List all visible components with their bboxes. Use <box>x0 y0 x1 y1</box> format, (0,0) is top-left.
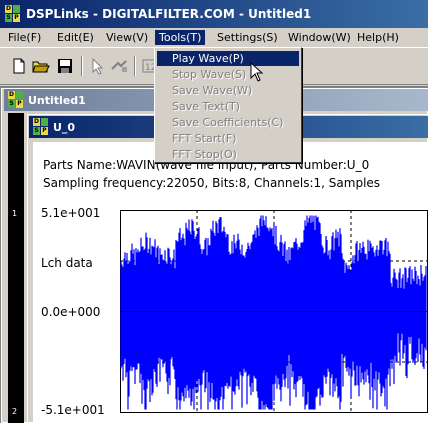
info-line-2: Sampling frequency:22050, Bits:8, Channe… <box>43 176 381 190</box>
waveform-plot <box>120 210 428 413</box>
app-title-bar: DSP DSPLinks - DIGITALFILTER.COM - Untit… <box>0 0 428 28</box>
document-icon: DSP <box>8 91 23 108</box>
mouse-cursor-icon <box>250 62 264 82</box>
y-max-label: 5.1e+001 <box>41 206 101 220</box>
menu-edit[interactable]: Edit(E) <box>53 30 98 45</box>
menu-fft-start[interactable]: FFT Start(F) <box>157 131 299 146</box>
connect-icon[interactable] <box>110 57 128 75</box>
menu-bar: File(F) Edit(E) View(V) Tools(T) Setting… <box>0 28 428 46</box>
channel-number-1: 1 <box>12 209 18 218</box>
part-icon: DSP <box>33 118 48 135</box>
menu-save-wave[interactable]: Save Wave(W) <box>157 83 299 98</box>
menu-stop-wave[interactable]: Stop Wave(S) <box>157 67 299 82</box>
tools-menu: Play Wave(P) Stop Wave(S) Save Wave(W) S… <box>154 47 302 163</box>
channel-sidebar: 1 2 <box>8 113 24 423</box>
save-icon[interactable] <box>56 57 74 75</box>
menu-settings[interactable]: Settings(S) <box>213 30 282 45</box>
channel-label: Lch data <box>41 256 93 270</box>
part-title: U_0 <box>53 121 76 134</box>
y-mid-label: 0.0e+000 <box>41 305 101 319</box>
y-min-label: -5.1e+001 <box>41 403 105 417</box>
open-folder-icon[interactable] <box>32 57 50 75</box>
menu-tools[interactable]: Tools(T) <box>155 30 206 45</box>
menu-fft-stop[interactable]: FFT Stop(O) <box>157 147 299 162</box>
menu-file[interactable]: File(F) <box>4 30 45 45</box>
menu-play-wave[interactable]: Play Wave(P) <box>157 51 299 66</box>
menu-save-coefficients[interactable]: Save Coefficients(C) <box>157 115 299 130</box>
menu-save-text[interactable]: Save Text(T) <box>157 99 299 114</box>
menu-window[interactable]: Window(W) <box>284 30 355 45</box>
new-file-icon[interactable] <box>10 57 28 75</box>
app-icon: DSP <box>5 5 20 22</box>
app-title: DSPLinks - DIGITALFILTER.COM - Untitled1 <box>26 7 312 21</box>
menu-help[interactable]: Help(H) <box>353 30 403 45</box>
channel-number-2: 2 <box>12 407 18 416</box>
document-title: Untitled1 <box>28 94 86 107</box>
menu-view[interactable]: View(V) <box>102 30 152 45</box>
pointer-icon[interactable] <box>88 57 106 75</box>
